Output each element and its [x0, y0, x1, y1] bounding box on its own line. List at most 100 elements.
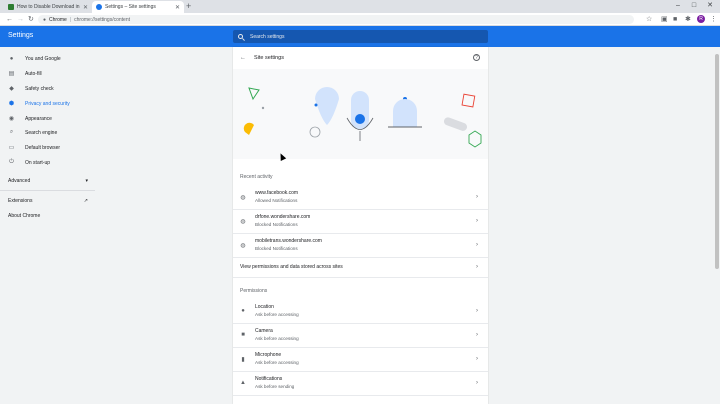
- window-controls: – □ ✕: [670, 0, 718, 12]
- back-arrow-icon[interactable]: ←: [6, 15, 13, 24]
- tab-settings[interactable]: Settings – Site settings ✕: [92, 1, 184, 13]
- advanced-toggle[interactable]: Advanced ▾: [8, 178, 88, 184]
- profile-avatar[interactable]: R: [697, 15, 705, 23]
- external-link-icon: ↗: [83, 198, 88, 204]
- permission-row-camera[interactable]: ■ Camera Ask before accessing ›: [233, 324, 488, 348]
- url-separator: |: [69, 16, 72, 23]
- permission-row-notifications[interactable]: ▲ Notifications Ask before sending ›: [233, 372, 488, 396]
- browser-icon: ▭: [8, 145, 15, 151]
- card-header: ← Site settings ?: [233, 47, 488, 69]
- permission-row-microphone[interactable]: ▮ Microphone Ask before accessing ›: [233, 348, 488, 372]
- settings-gear-icon: [96, 4, 102, 10]
- permission-row-location[interactable]: ● Location Ask before accessing ›: [233, 300, 488, 324]
- bookmark-star-icon[interactable]: ☆: [646, 15, 652, 24]
- permission-status: Ask before accessing: [255, 312, 299, 317]
- page-title: Settings: [8, 32, 34, 39]
- extensions-label: Extensions: [8, 198, 33, 204]
- chevron-right-icon: ›: [476, 218, 478, 224]
- list-icon: ▤: [8, 71, 15, 77]
- advanced-label: Advanced: [8, 178, 31, 184]
- browser-toolbar: ← → ↻ ● Chrome | chrome://settings/conte…: [0, 13, 720, 26]
- site-settings-card: ← Site settings ? Recent activity ◍ www.…: [233, 47, 488, 404]
- sidebar-item-auto-fill[interactable]: ▤ Auto-fill: [8, 70, 42, 78]
- back-arrow-icon[interactable]: ←: [240, 55, 246, 61]
- sidebar-item-you-and-google[interactable]: ● You and Google: [8, 55, 61, 62]
- url-text: chrome://settings/content: [74, 16, 131, 23]
- sidebar-divider: [0, 190, 95, 191]
- tab-how-to-disable[interactable]: How to Disable Download in Chr ✕: [4, 1, 92, 13]
- sidebar-item-safety-check[interactable]: ◆ Safety check: [8, 85, 54, 93]
- page-scrollbar[interactable]: [714, 47, 720, 404]
- recent-row-drfone[interactable]: ◍ drfone.wondershare.com Blocked Notific…: [233, 210, 488, 234]
- view-all-permissions-row[interactable]: View permissions and data stored across …: [233, 258, 488, 278]
- permissions-label: Permissions: [240, 288, 268, 294]
- sidebar-item-label: On start-up: [25, 159, 51, 166]
- tab-strip: How to Disable Download in Chr ✕ Setting…: [0, 0, 720, 13]
- recent-row-mobiletrans[interactable]: ◍ mobiletrans.wondershare.com Blocked No…: [233, 234, 488, 258]
- tab-title: How to Disable Download in Chr: [17, 4, 81, 10]
- sidebar-item-default-browser[interactable]: ▭ Default browser: [8, 144, 60, 152]
- recent-status: Allowed Notifications: [255, 198, 298, 203]
- scrollbar-thumb[interactable]: [715, 54, 719, 269]
- chevron-right-icon: ›: [476, 194, 478, 200]
- site-info-icon[interactable]: ●: [43, 17, 46, 23]
- chevron-right-icon: ›: [476, 242, 478, 248]
- chevron-right-icon: ›: [476, 356, 478, 362]
- palette-icon: ◉: [8, 116, 15, 122]
- recent-status: Blocked Notifications: [255, 222, 298, 227]
- site-settings-illustration: [233, 69, 488, 159]
- close-tab-icon[interactable]: ✕: [83, 4, 88, 11]
- permission-status: Ask before accessing: [255, 336, 299, 341]
- search-settings-input[interactable]: Search settings: [233, 30, 488, 43]
- search-icon: [238, 34, 243, 39]
- sidebar-item-appearance[interactable]: ◉ Appearance: [8, 115, 52, 123]
- sidebar-item-on-start-up[interactable]: ⏻ On start-up: [8, 159, 50, 166]
- extension-shield-icon[interactable]: ▣: [661, 15, 668, 24]
- sidebar-item-label: Safety check: [25, 85, 54, 92]
- recent-status: Blocked Notifications: [255, 246, 298, 251]
- maximize-button[interactable]: □: [686, 0, 702, 12]
- globe-icon: ◍: [240, 242, 246, 249]
- site-label: Chrome: [49, 16, 67, 23]
- settings-sidebar: ● You and Google ▤ Auto-fill ◆ Safety ch…: [0, 47, 100, 404]
- shield-check-icon: ◆: [9, 86, 14, 92]
- chevron-right-icon: ›: [476, 308, 478, 314]
- close-window-button[interactable]: ✕: [702, 0, 718, 12]
- chevron-right-icon: ›: [476, 380, 478, 386]
- sidebar-item-label: Search engine: [25, 129, 58, 136]
- sidebar-item-label: Appearance: [25, 115, 52, 122]
- recent-row-facebook[interactable]: ◍ www.facebook.com Allowed Notifications…: [233, 186, 488, 210]
- search-icon: ⌕: [9, 129, 14, 135]
- permission-name: Location: [255, 304, 274, 310]
- new-tab-button[interactable]: +: [186, 1, 191, 11]
- extensions-puzzle-icon[interactable]: ✱: [685, 15, 691, 24]
- recent-site: drfone.wondershare.com: [255, 214, 311, 220]
- minimize-button[interactable]: –: [670, 0, 686, 12]
- view-all-label: View permissions and data stored across …: [240, 264, 343, 270]
- recent-activity-label: Recent activity: [240, 174, 273, 180]
- sidebar-item-extensions[interactable]: Extensions ↗: [8, 198, 88, 204]
- close-tab-icon[interactable]: ✕: [175, 4, 180, 11]
- chevron-right-icon: ›: [476, 264, 478, 270]
- card-title: Site settings: [254, 55, 284, 61]
- forward-arrow-icon[interactable]: →: [17, 15, 24, 24]
- permission-status: Ask before sending: [255, 384, 295, 389]
- globe-icon: ◍: [240, 194, 246, 201]
- sidebar-item-privacy[interactable]: ⬢ Privacy and security: [8, 100, 70, 108]
- power-icon: ⏻: [9, 159, 14, 165]
- recent-site: mobiletrans.wondershare.com: [255, 238, 322, 244]
- menu-kebab-icon[interactable]: ⋮: [710, 15, 717, 24]
- permission-name: Microphone: [255, 352, 282, 358]
- sidebar-item-search-engine[interactable]: ⌕ Search engine: [8, 129, 57, 136]
- reload-icon[interactable]: ↻: [28, 15, 34, 24]
- address-bar[interactable]: ● Chrome | chrome://settings/content: [38, 15, 634, 24]
- extension-icon[interactable]: ■: [673, 15, 677, 24]
- bell-icon: ▲: [240, 380, 246, 386]
- sidebar-item-about[interactable]: About Chrome: [8, 213, 88, 219]
- help-icon[interactable]: ?: [473, 54, 480, 61]
- sidebar-item-label: Auto-fill: [25, 70, 42, 77]
- permission-name: Camera: [255, 328, 273, 334]
- settings-header: Settings Search settings: [0, 26, 720, 47]
- location-icon: ●: [241, 308, 245, 314]
- tab-favicon: [8, 4, 14, 10]
